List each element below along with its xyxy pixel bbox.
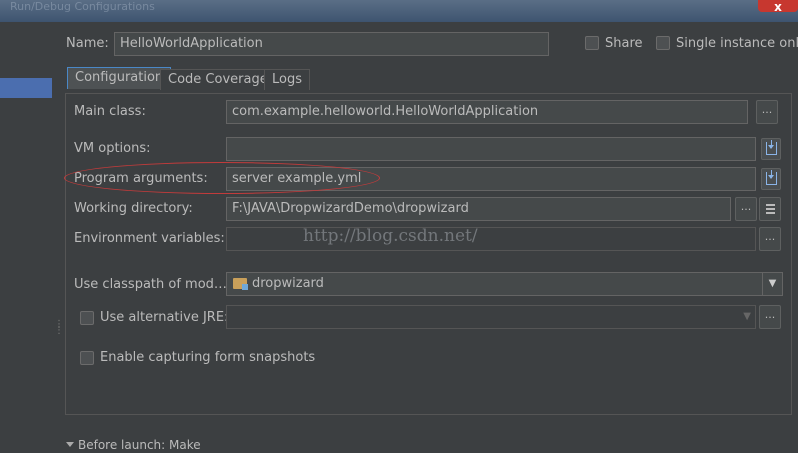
share-label: Share: [605, 36, 643, 51]
module-dropdown[interactable]: dropwizard ▼: [226, 272, 783, 296]
working-directory-label: Working directory:: [74, 201, 193, 216]
splitter-handle[interactable]: ⋮ ⋮: [54, 320, 64, 340]
collapse-triangle-icon: [66, 442, 74, 447]
highlight-annotation-oval: [64, 162, 380, 194]
module-dropdown-value: dropwizard: [252, 276, 324, 291]
capture-snapshots-checkbox[interactable]: [80, 351, 94, 365]
name-label: Name:: [66, 36, 109, 51]
vm-options-input[interactable]: [226, 137, 756, 161]
alternative-jre-browse-button[interactable]: ...: [759, 305, 781, 329]
environment-variables-edit-button[interactable]: ...: [759, 227, 781, 251]
share-checkbox[interactable]: [585, 36, 599, 50]
watermark-text: http://blog.csdn.net/: [303, 226, 478, 246]
use-classpath-label: Use classpath of mod…: [74, 277, 227, 292]
window-title: Run/Debug Configurations: [10, 0, 155, 13]
working-directory-input[interactable]: F:\JAVA\DropwizardDemo\dropwizard: [226, 197, 731, 221]
vm-options-expand-button[interactable]: [761, 138, 781, 160]
folder-module-icon: [233, 278, 248, 290]
import-icon: [766, 170, 777, 185]
close-icon: x: [774, 0, 782, 12]
before-launch-label: Before launch: Make: [78, 438, 201, 452]
before-launch-section[interactable]: Before launch: Make: [66, 438, 201, 452]
alternative-jre-input[interactable]: ▼: [226, 305, 756, 329]
single-instance-label: Single instance only: [676, 36, 798, 51]
single-instance-checkbox[interactable]: [656, 36, 670, 50]
close-button[interactable]: x: [758, 0, 798, 12]
config-tree-selected-item[interactable]: [0, 78, 52, 98]
list-icon-line: [766, 208, 775, 210]
working-directory-browse-button[interactable]: ...: [735, 197, 757, 221]
main-class-label: Main class:: [74, 104, 146, 119]
working-directory-macro-button[interactable]: [759, 197, 781, 221]
name-input[interactable]: HelloWorldApplication: [114, 32, 549, 56]
list-icon: [766, 204, 775, 206]
program-arguments-expand-button[interactable]: [761, 168, 781, 190]
tab-code-coverage[interactable]: Code Coverage: [160, 69, 276, 90]
alternative-jre-checkbox[interactable]: [80, 311, 94, 325]
main-class-browse-button[interactable]: ...: [756, 100, 778, 124]
tab-configuration[interactable]: Configuration: [67, 67, 172, 89]
chevron-down-icon: ▼: [762, 273, 782, 295]
capture-snapshots-label: Enable capturing form snapshots: [100, 350, 316, 365]
tab-logs[interactable]: Logs: [264, 69, 310, 90]
main-class-input[interactable]: com.example.helloworld.HelloWorldApplica…: [226, 100, 748, 124]
environment-variables-label: Environment variables:: [74, 231, 225, 246]
chevron-down-icon: ▼: [743, 311, 751, 322]
vm-options-label: VM options:: [74, 141, 151, 156]
import-icon: [766, 140, 777, 155]
list-icon-line: [766, 212, 775, 214]
alternative-jre-label: Use alternative JRE:: [100, 310, 229, 325]
